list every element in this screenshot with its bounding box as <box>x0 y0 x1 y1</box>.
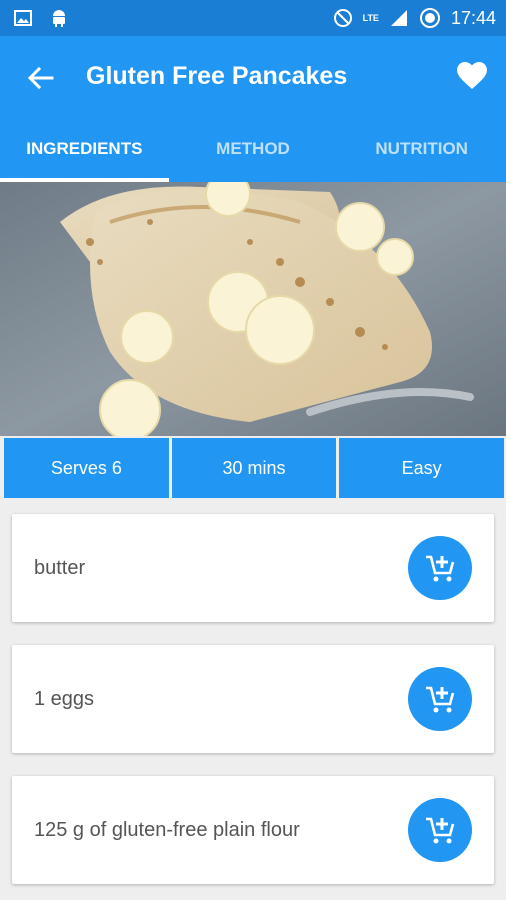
network-label: LTE <box>362 13 379 23</box>
ingredient-card: 1 eggs <box>12 645 494 753</box>
tab-method[interactable]: METHOD <box>169 120 338 182</box>
alarm-icon <box>419 8 440 28</box>
signal-icon <box>390 10 407 26</box>
tab-nutrition[interactable]: NUTRITION <box>337 120 506 182</box>
android-icon <box>53 10 65 27</box>
ingredient-card: butter <box>12 514 494 622</box>
page-title: Gluten Free Pancakes <box>86 62 348 90</box>
recipe-info-bar: Serves 6 30 mins Easy <box>4 438 505 498</box>
do-not-disturb-icon <box>333 9 352 27</box>
add-to-cart-icon <box>426 555 455 582</box>
time-badge: 30 mins <box>171 438 337 498</box>
serves-badge: Serves 6 <box>4 438 169 498</box>
recipe-hero-image <box>0 182 506 436</box>
add-to-cart-icon <box>426 817 455 844</box>
ingredient-text: 125 g of gluten-free plain flour <box>34 819 300 841</box>
add-to-cart-button[interactable] <box>408 798 472 862</box>
heart-icon[interactable] <box>456 60 488 92</box>
tab-ingredients[interactable]: INGREDIENTS <box>0 120 169 182</box>
tab-bar: INGREDIENTS METHOD NUTRITION <box>0 120 506 182</box>
pancakes-photo <box>0 182 506 436</box>
ingredient-card: 125 g of gluten-free plain flour <box>12 776 494 884</box>
status-bar: LTE 17:44 <box>0 0 506 36</box>
arrow-back-icon[interactable] <box>26 64 54 92</box>
app-bar: Gluten Free Pancakes <box>0 36 506 120</box>
ingredient-text: butter <box>34 557 86 579</box>
clock: 17:44 <box>450 8 496 28</box>
ingredient-text: 1 eggs <box>34 688 95 710</box>
add-to-cart-button[interactable] <box>408 536 472 600</box>
difficulty-badge: Easy <box>339 438 505 498</box>
add-to-cart-icon <box>426 686 455 713</box>
image-icon <box>14 10 32 26</box>
add-to-cart-button[interactable] <box>408 667 472 731</box>
